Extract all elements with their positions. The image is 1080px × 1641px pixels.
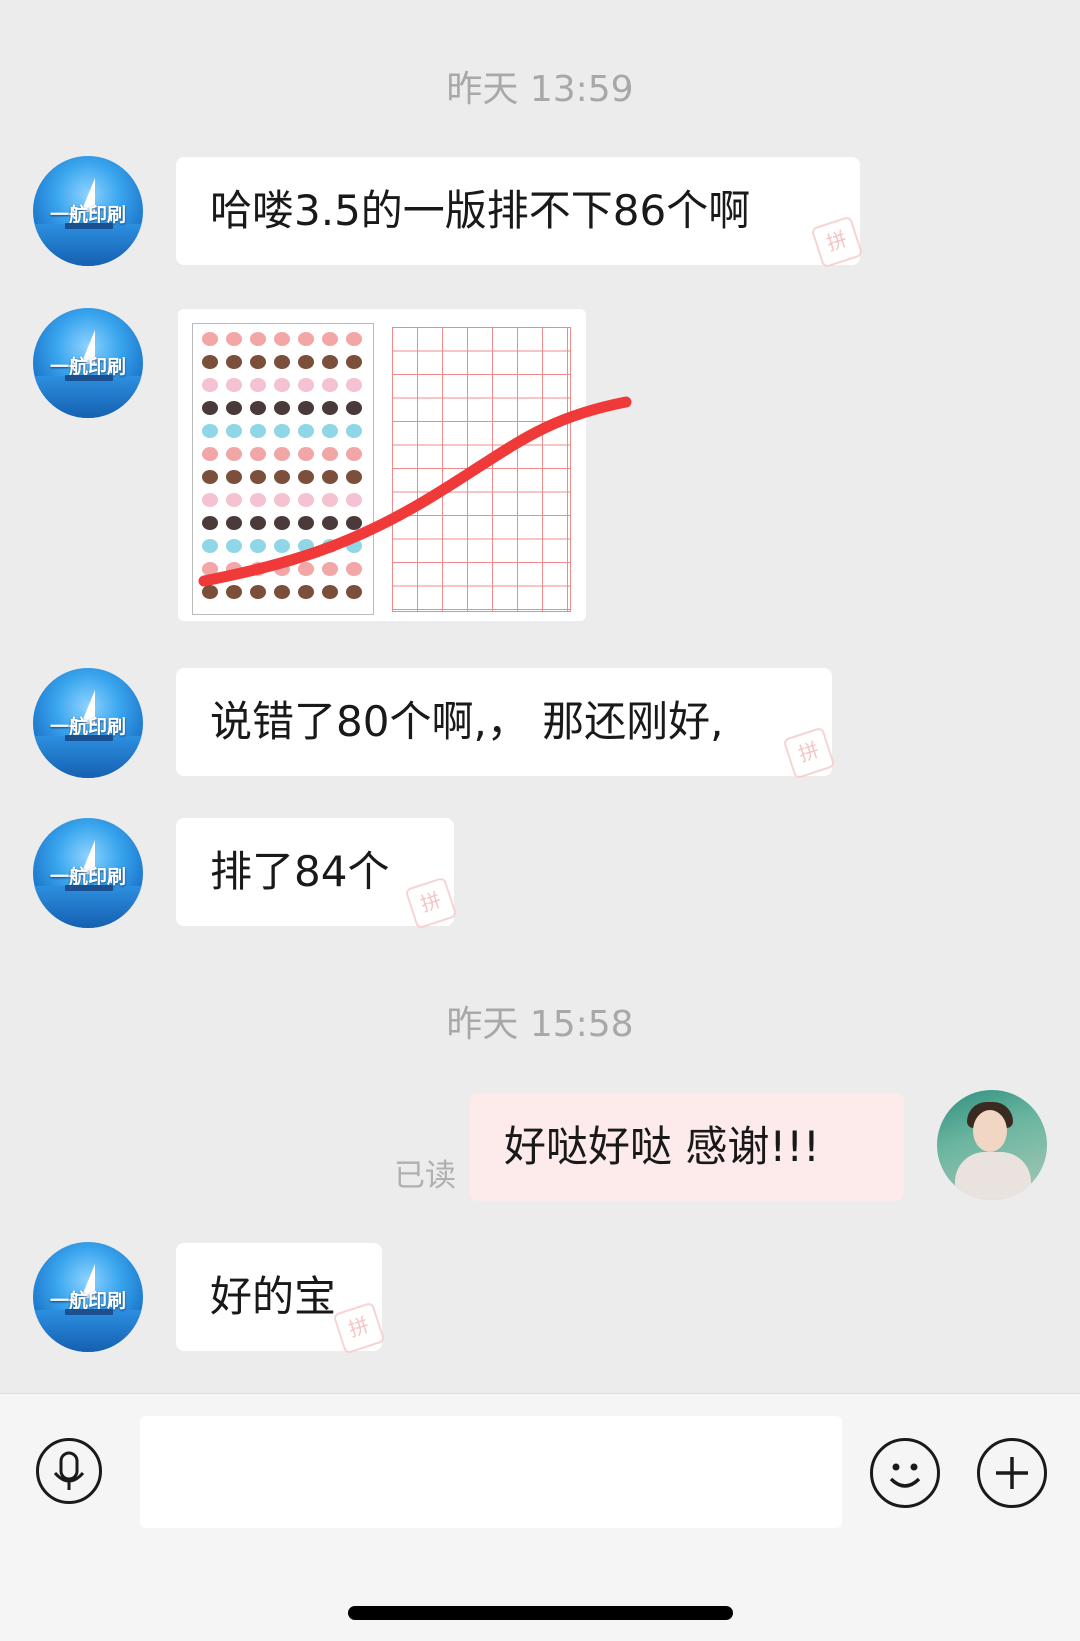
contact-avatar[interactable]: 一航印刷 — [33, 308, 143, 418]
read-receipt: 已读 — [394, 1158, 456, 1194]
message-text: 哈喽3.5的一版排不下86个啊 — [210, 186, 751, 235]
smiley-icon[interactable] — [870, 1438, 940, 1508]
microphone-icon[interactable] — [36, 1438, 102, 1504]
message-bubble[interactable]: 排了84个 拼 — [176, 818, 458, 930]
stamp-icon: 拼 — [404, 876, 458, 930]
avatar-sea — [33, 224, 143, 266]
message-bubble[interactable]: 哈喽3.5的一版排不下86个啊 拼 — [176, 157, 864, 269]
timestamp: 昨天 13:59 — [446, 69, 634, 110]
avatar-subline — [65, 223, 113, 229]
home-indicator[interactable] — [348, 1606, 733, 1620]
contact-avatar[interactable]: 一航印刷 — [33, 818, 143, 928]
input-bar — [0, 1393, 1080, 1641]
image-message[interactable] — [178, 309, 632, 621]
message-text: 排了84个 — [210, 847, 390, 896]
timestamp: 昨天 15:58 — [446, 1004, 634, 1045]
avatar-sea — [33, 886, 143, 928]
chat-area[interactable]: 昨天 13:59 一航印刷 哈喽3.5的一版排不下86个啊 拼 一航印刷 一航印… — [0, 0, 1080, 1393]
avatar-subline — [65, 375, 113, 381]
avatar-sea — [33, 1310, 143, 1352]
stamp-icon: 拼 — [810, 215, 864, 269]
message-text: 说错了80个啊,， 那还刚好, — [210, 697, 724, 746]
my-avatar[interactable] — [937, 1090, 1047, 1200]
message-text: 好哒好哒 感谢!!! — [504, 1122, 820, 1171]
my-message-bubble[interactable]: 好哒好哒 感谢!!! — [470, 1093, 904, 1201]
avatar-sea — [33, 736, 143, 778]
stamp-icon: 拼 — [782, 726, 836, 780]
stamp-icon: 拼 — [332, 1301, 386, 1355]
avatar-body — [955, 1152, 1031, 1200]
avatar-subline — [65, 735, 113, 741]
avatar-subline — [65, 885, 113, 891]
message-input[interactable] — [140, 1416, 842, 1528]
plus-icon[interactable] — [977, 1438, 1047, 1508]
contact-avatar[interactable]: 一航印刷 — [33, 156, 143, 266]
contact-avatar[interactable]: 一航印刷 — [33, 1242, 143, 1352]
message-text: 好的宝 — [210, 1272, 337, 1321]
red-scribble-annotation — [198, 396, 632, 587]
avatar-sea — [33, 376, 143, 418]
avatar-face — [973, 1110, 1007, 1152]
message-bubble[interactable]: 好的宝 拼 — [176, 1243, 386, 1355]
message-bubble[interactable]: 说错了80个啊,， 那还刚好, 拼 — [176, 668, 836, 780]
contact-avatar[interactable]: 一航印刷 — [33, 668, 143, 778]
avatar-subline — [65, 1309, 113, 1315]
